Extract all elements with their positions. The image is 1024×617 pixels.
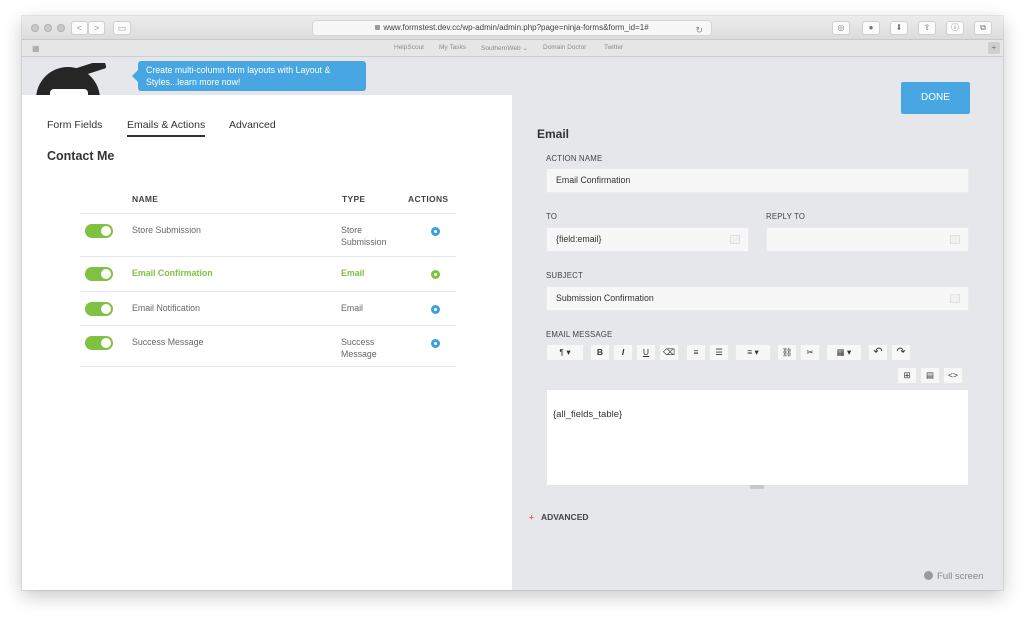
column-header-type: TYPE [342, 194, 366, 204]
table-row[interactable]: Email Notification Email [80, 291, 456, 325]
subject-input[interactable]: Submission Confirmation [546, 286, 969, 311]
bookmarks-bar: ▦ HelpScout My Tasks SouthernWeb ⌄ Domai… [22, 40, 1003, 57]
email-message-label: EMAIL MESSAGE [546, 330, 613, 339]
code-view-icon[interactable]: <> [943, 367, 963, 384]
column-header-actions: ACTIONS [408, 194, 449, 204]
back-button[interactable]: < [71, 21, 88, 35]
table-row[interactable]: Email Confirmation Email [80, 256, 456, 291]
action-type: Success Message [341, 337, 377, 359]
browser-window: < > ▭ www.formstest.dev.cc/wp-admin/admi… [22, 16, 1003, 590]
add-tab-icon[interactable]: + [988, 42, 1000, 54]
merge-tag-icon[interactable] [950, 294, 960, 303]
gear-icon[interactable] [431, 227, 440, 236]
action-type: Email [341, 303, 363, 313]
minimize-window-icon[interactable] [44, 24, 52, 32]
column-header-name: NAME [132, 194, 159, 204]
forward-button[interactable]: > [88, 21, 105, 35]
link-icon[interactable]: ⛓ [777, 344, 797, 361]
fullscreen-label: Full screen [937, 571, 984, 582]
action-type: Email [341, 268, 365, 278]
merge-tags-icon[interactable]: ⊞ [897, 367, 917, 384]
to-label: TO [546, 212, 558, 221]
promo-tooltip-text: Create multi-column form layouts with La… [146, 65, 331, 87]
underline-button[interactable]: U [636, 344, 656, 361]
action-name: Email Confirmation [132, 268, 213, 278]
email-message-editor[interactable]: {all_fields_table} [546, 389, 969, 486]
eraser-icon[interactable]: ⌫ [659, 344, 679, 361]
ordered-list-icon[interactable]: ≡ [686, 344, 706, 361]
unordered-list-icon[interactable]: ☰ [709, 344, 729, 361]
tab-emails-actions[interactable]: Emails & Actions [127, 119, 206, 137]
browser-titlebar: < > ▭ www.formstest.dev.cc/wp-admin/admi… [22, 16, 1003, 40]
enable-toggle[interactable] [85, 224, 113, 238]
enable-toggle[interactable] [85, 336, 113, 350]
bookmark-item[interactable]: Twitter [604, 44, 623, 51]
redo-icon[interactable]: ↷ [891, 344, 911, 361]
action-name-input[interactable]: Email Confirmation [546, 168, 969, 193]
enable-toggle[interactable] [85, 302, 113, 316]
promo-tooltip[interactable]: Create multi-column form layouts with La… [132, 61, 366, 91]
tabs-overview-icon[interactable]: ⧉ [974, 21, 992, 35]
bookmark-item[interactable]: HelpScout [394, 44, 424, 51]
advanced-label: ADVANCED [540, 512, 589, 522]
close-window-icon[interactable] [31, 24, 39, 32]
reply-to-label: REPLY TO [766, 212, 806, 221]
unlink-icon[interactable]: ✂ [800, 344, 820, 361]
tab-form-fields[interactable]: Form Fields [47, 119, 102, 131]
reload-icon[interactable]: ↻ [695, 23, 703, 37]
fullscreen-toggle[interactable]: Full screen [924, 571, 983, 582]
ninja-forms-logo [34, 63, 106, 95]
bookmark-item[interactable]: SouthernWeb ⌄ [481, 44, 528, 52]
table-row[interactable]: Success Message Success Message [80, 325, 456, 367]
lock-icon [375, 25, 381, 31]
fullscreen-icon [924, 571, 933, 580]
paragraph-format-dropdown[interactable]: ¶ ▾ [546, 344, 584, 361]
extension-icon[interactable]: ◎ [832, 21, 850, 35]
media-icon[interactable]: ▤ [920, 367, 940, 384]
subject-value: Submission Confirmation [556, 293, 654, 303]
action-name-label: ACTION NAME [546, 154, 603, 163]
address-bar[interactable]: www.formstest.dev.cc/wp-admin/admin.php?… [312, 20, 712, 36]
action-name: Success Message [132, 337, 204, 347]
settings-title: Email [537, 127, 570, 141]
bookmark-item[interactable]: My Tasks [439, 44, 466, 51]
undo-icon[interactable]: ↶ [868, 344, 888, 361]
gear-icon[interactable] [431, 270, 440, 279]
advanced-section-toggle[interactable]: + ADVANCED [529, 512, 589, 522]
table-row[interactable]: Store Submission Store Submission [80, 213, 456, 256]
grid-icon[interactable]: ▦ [32, 44, 40, 53]
download-icon[interactable]: ⬇ [890, 21, 908, 35]
align-dropdown[interactable]: ≡ ▾ [735, 344, 771, 361]
merge-tag-icon[interactable] [950, 235, 960, 244]
sidebar-toggle-icon[interactable]: ▭ [113, 21, 131, 35]
expand-icon: + [529, 512, 534, 522]
bold-button[interactable]: B [590, 344, 610, 361]
gear-icon[interactable] [431, 339, 440, 348]
italic-button[interactable]: I [613, 344, 633, 361]
reply-to-input[interactable] [766, 227, 969, 252]
enable-toggle[interactable] [85, 267, 113, 281]
action-name: Store Submission [132, 225, 201, 235]
email-message-content: {all_fields_table} [553, 409, 623, 420]
to-input[interactable]: {field:email} [546, 227, 749, 252]
action-name: Email Notification [132, 303, 200, 313]
merge-tag-icon[interactable] [730, 235, 740, 244]
to-value: {field:email} [556, 234, 602, 244]
done-button[interactable]: DONE [901, 82, 970, 114]
action-name-value: Email Confirmation [556, 175, 631, 185]
share-icon[interactable]: ⇪ [918, 21, 936, 35]
subject-label: SUBJECT [546, 271, 583, 280]
maximize-window-icon[interactable] [57, 24, 65, 32]
bookmark-item[interactable]: Domain Doctor [543, 44, 586, 51]
gear-icon[interactable] [431, 305, 440, 314]
tab-advanced[interactable]: Advanced [229, 119, 276, 131]
info-icon[interactable]: ⓘ [946, 21, 964, 35]
form-title: Contact Me [47, 149, 115, 163]
address-url: www.formstest.dev.cc/wp-admin/admin.php?… [383, 23, 649, 32]
action-type: Store Submission [341, 225, 387, 247]
table-dropdown[interactable]: ▦ ▾ [826, 344, 862, 361]
profile-icon[interactable]: ● [862, 21, 880, 35]
resize-handle[interactable] [750, 485, 764, 489]
